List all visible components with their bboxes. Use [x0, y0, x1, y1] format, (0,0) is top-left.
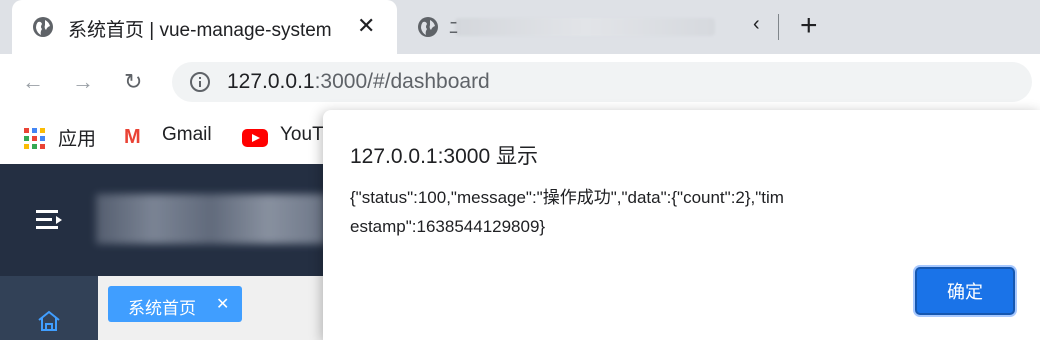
menu-collapse-icon[interactable] [36, 210, 62, 230]
browser-tab-inactive[interactable]: ﾆ ‹ [405, 0, 785, 54]
blurred-tab-title [455, 18, 715, 36]
chevron-left-icon[interactable]: ‹ [753, 13, 760, 36]
browser-tab-active[interactable]: 系统首页 | vue-manage-system ✕ [12, 0, 397, 54]
back-icon[interactable]: ← [22, 68, 44, 96]
ok-button[interactable]: 确定 [915, 267, 1015, 315]
tag-label: 系统首页 [128, 299, 196, 318]
forward-icon[interactable]: → [72, 68, 94, 96]
tab-title-fragment: ﾆ [449, 18, 458, 38]
new-tab-icon[interactable]: + [800, 8, 818, 44]
info-icon[interactable] [190, 72, 210, 92]
bookmark-apps[interactable]: 应用 [58, 124, 96, 151]
browser-tab-strip: 系统首页 | vue-manage-system ✕ ﾆ ‹ + [0, 0, 1040, 54]
url-path: :3000/#/dashboard [314, 70, 490, 93]
blurred-app-title [96, 194, 326, 244]
globe-icon [417, 16, 439, 43]
home-icon[interactable] [36, 308, 62, 334]
reload-icon[interactable]: ↻ [124, 68, 142, 96]
apps-grid-icon[interactable] [24, 128, 45, 149]
alert-dialog: 127.0.0.1:3000 显示 {"status":100,"message… [323, 110, 1040, 340]
url-text[interactable]: 127.0.0.1:3000/#/dashboard [227, 70, 490, 94]
tab-separator [778, 14, 779, 40]
address-bar[interactable]: 127.0.0.1:3000/#/dashboard [172, 62, 1032, 102]
browser-toolbar: ← → ↻ 127.0.0.1:3000/#/dashboard [0, 54, 1040, 112]
dialog-message: {"status":100,"message":"操作成功","data":{"… [350, 188, 784, 236]
dialog-title: 127.0.0.1:3000 显示 [350, 145, 538, 168]
url-host: 127.0.0.1 [227, 70, 315, 93]
youtube-icon[interactable] [242, 129, 268, 147]
app-header [0, 164, 330, 276]
tags-bar: 系统首页 ✕ [98, 276, 330, 340]
globe-icon [32, 16, 54, 43]
bookmark-youtube[interactable]: YouT [280, 124, 324, 146]
close-icon[interactable]: ✕ [357, 12, 375, 40]
tag-dashboard[interactable]: 系统首页 ✕ [108, 286, 242, 322]
gmail-icon[interactable]: M [124, 126, 141, 149]
bookmark-gmail[interactable]: Gmail [162, 124, 212, 146]
close-icon[interactable]: ✕ [216, 294, 229, 314]
tab-title: 系统首页 | vue-manage-system [68, 20, 332, 41]
sidebar [0, 276, 98, 340]
